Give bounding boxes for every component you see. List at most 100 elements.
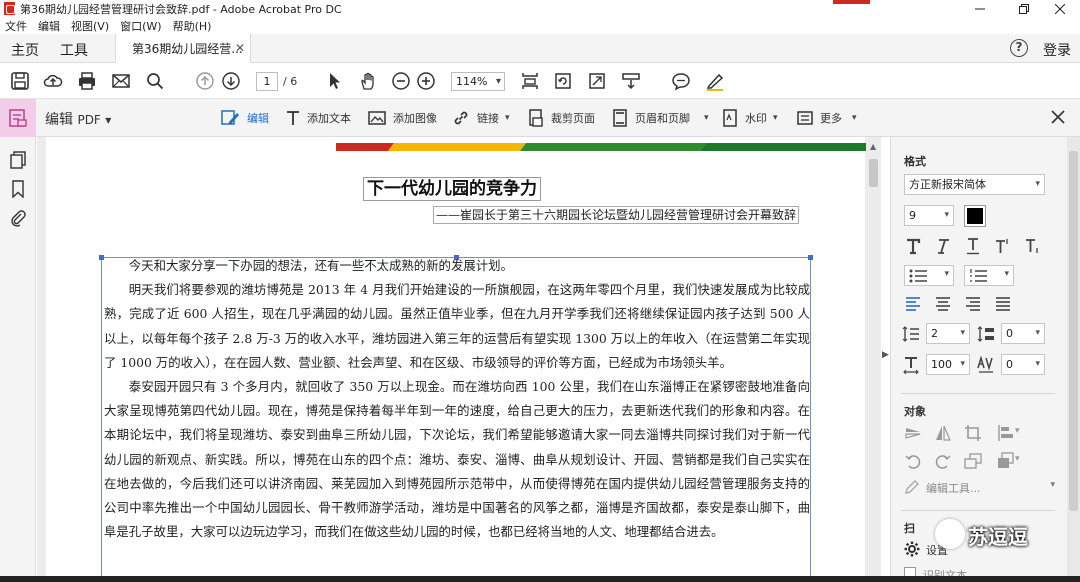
- email-icon[interactable]: [111, 71, 131, 91]
- align-right-icon[interactable]: [964, 295, 982, 313]
- chevron-down-icon: ▾: [105, 113, 112, 127]
- bullet-list-select[interactable]: ▾: [904, 265, 954, 286]
- scroll-up-icon[interactable]: ▲: [870, 142, 876, 151]
- comment-icon[interactable]: [671, 71, 691, 91]
- bookmark-icon[interactable]: [9, 180, 27, 198]
- tab-tools[interactable]: 工具: [60, 40, 88, 60]
- search-icon[interactable]: [145, 71, 165, 91]
- format-section-header: 格式: [904, 155, 926, 168]
- replace-image-icon[interactable]: [964, 452, 982, 470]
- paragraph-spacing-select[interactable]: 0: [1001, 323, 1045, 344]
- watermark-button[interactable]: 水印 ▾: [722, 99, 778, 137]
- document-title[interactable]: 下一代幼儿园的竞争力: [363, 177, 541, 201]
- login-button[interactable]: 登录: [1043, 40, 1071, 60]
- previous-page-icon[interactable]: [195, 71, 215, 91]
- body-text-box[interactable]: 今天和大家分享一下办园的想法，还有一些不太成熟的新的发展计划。 明天我们将要参观…: [99, 255, 813, 582]
- menu-view[interactable]: 视图(V): [71, 18, 109, 34]
- close-tool-icon[interactable]: [1048, 107, 1068, 127]
- collapse-right-pane-icon[interactable]: ▶: [882, 350, 889, 360]
- flip-vertical-icon[interactable]: [904, 424, 922, 442]
- character-spacing-icon[interactable]: [977, 356, 995, 374]
- menu-bar: 文件 编辑 视图(V) 窗口(W) 帮助(H): [0, 17, 1080, 34]
- scroll-thumb[interactable]: [869, 159, 878, 187]
- horizontal-scale-icon[interactable]: [902, 356, 920, 374]
- fit-page-icon[interactable]: [520, 71, 540, 91]
- font-color-swatch[interactable]: [964, 205, 986, 227]
- rotate-view-icon[interactable]: [553, 71, 573, 91]
- close-window-button[interactable]: [1040, 0, 1080, 17]
- menu-file[interactable]: 文件: [5, 18, 27, 34]
- page-thumbnails-icon[interactable]: [9, 151, 27, 169]
- add-text-button[interactable]: 添加文本: [286, 99, 351, 137]
- page-number-input[interactable]: 1: [256, 72, 278, 91]
- header-footer-label: 页眉和页脚: [635, 112, 690, 125]
- zoom-out-icon[interactable]: [391, 71, 411, 91]
- zoom-select[interactable]: 114%: [451, 72, 505, 91]
- next-page-icon[interactable]: [221, 71, 241, 91]
- align-objects-icon[interactable]: [997, 424, 1015, 442]
- watermark-text: 苏逗逗: [968, 525, 1028, 549]
- tab-home[interactable]: 主页: [11, 40, 39, 60]
- restore-button[interactable]: [1004, 0, 1044, 17]
- document-scrollbar[interactable]: ▲: [866, 137, 881, 582]
- panel-scroll-thumb[interactable]: [1069, 151, 1078, 511]
- select-cursor-icon[interactable]: [324, 71, 344, 91]
- header-footer-button[interactable]: 页眉和页脚 ▾: [612, 99, 709, 137]
- minimize-button[interactable]: [960, 0, 1000, 17]
- arrange-objects-icon[interactable]: [997, 452, 1015, 470]
- underline-icon[interactable]: [964, 237, 982, 255]
- rotate-right-icon[interactable]: [934, 452, 952, 470]
- link-button[interactable]: 链接 ▾: [452, 99, 510, 137]
- panel-scrollbar[interactable]: [1067, 137, 1080, 582]
- edit-text-image-button[interactable]: 编辑: [220, 99, 269, 137]
- line-spacing-select[interactable]: 2: [926, 323, 970, 344]
- attachment-icon[interactable]: [9, 209, 27, 227]
- help-icon[interactable]: ?: [1010, 39, 1028, 57]
- text-style-normal-icon[interactable]: [904, 237, 922, 255]
- edit-with-tools-menu[interactable]: 编辑工具... ▾: [904, 477, 1055, 499]
- font-size-select[interactable]: 9: [904, 205, 954, 226]
- acrobat-icon: [4, 2, 15, 15]
- crop-icon[interactable]: [964, 424, 982, 442]
- menu-edit[interactable]: 编辑: [38, 18, 60, 34]
- edit-pdf-tool-tab[interactable]: [0, 99, 36, 137]
- menu-help[interactable]: 帮助(H): [173, 18, 212, 34]
- justify-icon[interactable]: [994, 295, 1012, 313]
- numbered-list-icon: [970, 269, 987, 282]
- scroll-mode-icon[interactable]: [621, 71, 641, 91]
- highlight-pen-icon[interactable]: [705, 71, 725, 91]
- chevron-down-icon: ▾: [1050, 480, 1055, 490]
- line-spacing-icon[interactable]: [902, 325, 920, 343]
- align-left-icon[interactable]: [904, 295, 922, 313]
- horizontal-scale-select[interactable]: 100: [926, 354, 970, 375]
- subscript-icon[interactable]: [1024, 237, 1042, 255]
- rotate-left-icon[interactable]: [904, 452, 922, 470]
- numbered-list-select[interactable]: ▾: [964, 265, 1014, 286]
- edit-pdf-mode-menu[interactable]: 编辑 PDF ▾: [45, 109, 111, 129]
- save-icon[interactable]: [10, 71, 30, 91]
- font-family-select[interactable]: 方正新报宋简体: [904, 174, 1045, 195]
- document-viewport[interactable]: 下一代幼儿园的竞争力 ——崔园长于第三十六期园长论坛暨幼儿园经营管理研讨会开幕致…: [37, 137, 866, 582]
- more-button[interactable]: 更多 ▾: [797, 99, 857, 137]
- cloud-upload-icon[interactable]: [43, 71, 63, 91]
- flip-horizontal-icon[interactable]: [934, 424, 952, 442]
- full-screen-icon[interactable]: [587, 71, 607, 91]
- bullet-list-icon: [909, 269, 927, 283]
- tab-document[interactable]: 第36期幼儿园经营... ✕: [115, 34, 251, 63]
- tab-document-label: 第36期幼儿园经营...: [132, 42, 243, 56]
- superscript-icon[interactable]: [994, 237, 1012, 255]
- menu-window[interactable]: 窗口(W): [120, 18, 161, 34]
- crop-page-icon: [529, 109, 543, 127]
- paragraph-spacing-icon[interactable]: [977, 325, 995, 343]
- print-icon[interactable]: [77, 71, 97, 91]
- crop-page-button[interactable]: 裁剪页面: [528, 99, 595, 137]
- hand-tool-icon[interactable]: [358, 71, 378, 91]
- close-tab-icon[interactable]: ✕: [235, 41, 245, 55]
- character-spacing-select[interactable]: 0: [1001, 354, 1045, 375]
- add-image-button[interactable]: 添加图像: [368, 99, 437, 137]
- document-subtitle[interactable]: ——崔园长于第三十六期园长论坛暨幼儿园经营管理研讨会开幕致辞: [433, 206, 800, 224]
- link-label: 链接: [477, 112, 499, 125]
- italic-icon[interactable]: [934, 237, 952, 255]
- align-center-icon[interactable]: [934, 295, 952, 313]
- zoom-in-icon[interactable]: [416, 71, 436, 91]
